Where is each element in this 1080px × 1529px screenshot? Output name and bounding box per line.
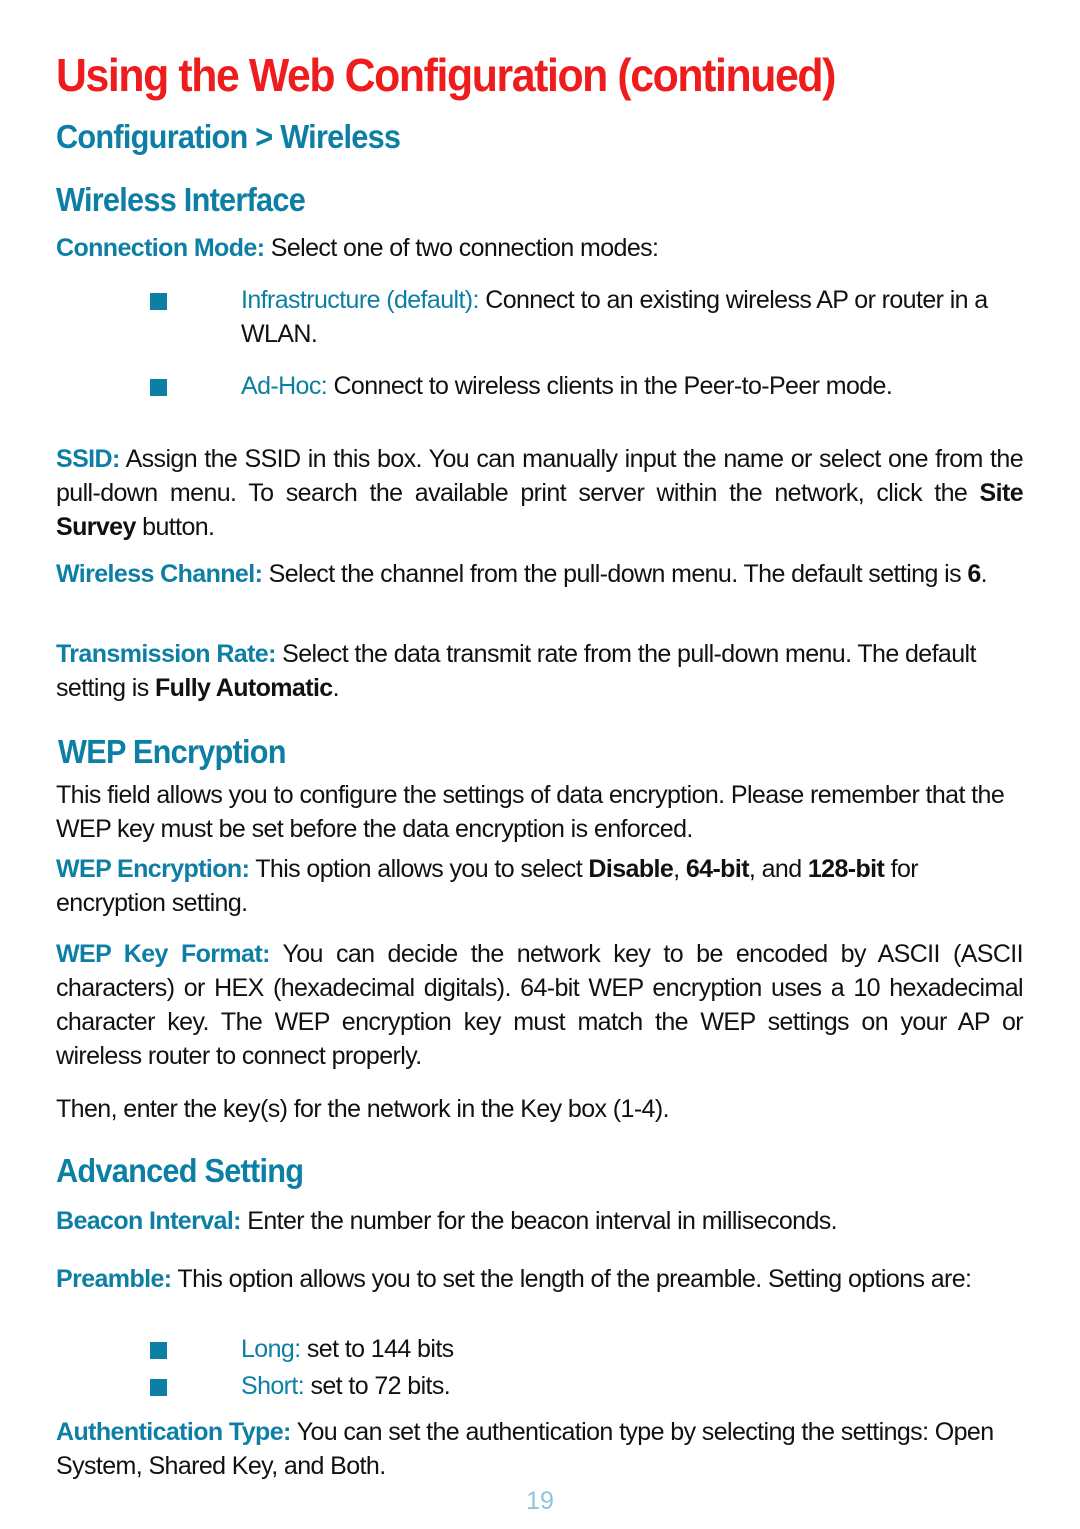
option-label: Ad-Hoc: bbox=[241, 372, 328, 400]
preamble-paragraph: Preamble: This option allows you to set … bbox=[56, 1262, 1023, 1296]
wep-encryption-label: WEP Encryption: bbox=[56, 855, 250, 883]
wep-key-format-label: WEP Key Format: bbox=[56, 940, 270, 968]
bullet-text: Long: set to 144 bits bbox=[241, 1332, 1021, 1366]
page-number: 19 bbox=[526, 1487, 554, 1515]
preamble-text: This option allows you to set the length… bbox=[171, 1265, 972, 1293]
separator: , and bbox=[748, 855, 808, 883]
authentication-type-label: Authentication Type: bbox=[56, 1418, 291, 1446]
bullet-square-icon bbox=[150, 379, 167, 396]
bullet-square-icon bbox=[150, 1379, 167, 1396]
transmission-rate-paragraph: Transmission Rate: Select the data trans… bbox=[56, 637, 1023, 705]
transmission-rate-label: Transmission Rate: bbox=[56, 640, 276, 668]
wep-encryption-heading: WEP Encryption bbox=[58, 733, 286, 770]
option-label: Long: bbox=[241, 1335, 301, 1363]
bullet-text: Infrastructure (default): Connect to an … bbox=[241, 283, 1021, 351]
bullet-text: Short: set to 72 bits. bbox=[241, 1369, 1021, 1403]
option-text: set to 144 bits bbox=[300, 1335, 454, 1363]
manual-page: Using the Web Configuration (continued) … bbox=[0, 0, 1080, 1529]
preamble-label: Preamble: bbox=[56, 1265, 172, 1293]
transmission-rate-text-end: . bbox=[332, 674, 340, 702]
beacon-interval-label: Beacon Interval: bbox=[56, 1207, 242, 1235]
separator: , bbox=[673, 855, 686, 883]
connection-mode-paragraph: Connection Mode: Select one of two conne… bbox=[56, 231, 1023, 265]
bullet-square-icon bbox=[150, 293, 167, 310]
option-disable: Disable bbox=[588, 855, 674, 883]
wireless-interface-heading: Wireless Interface bbox=[56, 181, 306, 218]
breadcrumb-heading: Configuration > Wireless bbox=[56, 118, 401, 155]
wep-intro-paragraph: This field allows you to configure the s… bbox=[56, 781, 1005, 843]
page-title: Using the Web Configuration (continued) bbox=[56, 49, 836, 101]
wireless-channel-text: Select the channel from the pull-down me… bbox=[262, 560, 968, 588]
wireless-channel-paragraph: Wireless Channel: Select the channel fro… bbox=[56, 557, 1023, 591]
wep-key-format-paragraph: WEP Key Format: You can decide the netwo… bbox=[56, 937, 1024, 1073]
connection-mode-text: Select one of two connection modes: bbox=[264, 234, 659, 262]
option-128-bit: 128-bit bbox=[807, 855, 885, 883]
ssid-paragraph: SSID: Assign the SSID in this box. You c… bbox=[56, 442, 1024, 544]
advanced-setting-heading: Advanced Setting bbox=[56, 1152, 304, 1189]
wep-encryption-text: This option allows you to select bbox=[249, 855, 589, 883]
wireless-channel-text-end: . bbox=[980, 560, 988, 588]
option-label: Infrastructure (default): bbox=[241, 286, 479, 314]
option-text: set to 72 bits. bbox=[304, 1372, 451, 1400]
default-channel-value: 6 bbox=[967, 560, 981, 588]
wireless-channel-label: Wireless Channel: bbox=[56, 560, 263, 588]
default-rate-value: Fully Automatic bbox=[155, 674, 333, 702]
bullet-square-icon bbox=[150, 1342, 167, 1359]
ssid-text-end: button. bbox=[135, 513, 215, 541]
authentication-type-paragraph: Authentication Type: You can set the aut… bbox=[56, 1415, 1023, 1483]
beacon-interval-text: Enter the number for the beacon interval… bbox=[240, 1207, 838, 1235]
beacon-interval-paragraph: Beacon Interval: Enter the number for th… bbox=[56, 1204, 1023, 1238]
key-note-paragraph: Then, enter the key(s) for the network i… bbox=[56, 1095, 670, 1123]
bullet-text: Ad-Hoc: Connect to wireless clients in t… bbox=[241, 369, 1041, 403]
ssid-text: Assign the SSID in this box. You can man… bbox=[56, 445, 1024, 507]
ssid-label: SSID: bbox=[56, 445, 120, 473]
option-text: Connect to wireless clients in the Peer-… bbox=[327, 372, 893, 400]
option-label: Short: bbox=[241, 1372, 305, 1400]
option-64-bit: 64-bit bbox=[685, 855, 750, 883]
connection-mode-label: Connection Mode: bbox=[56, 234, 265, 262]
wep-encryption-paragraph: WEP Encryption: This option allows you t… bbox=[56, 852, 1023, 920]
